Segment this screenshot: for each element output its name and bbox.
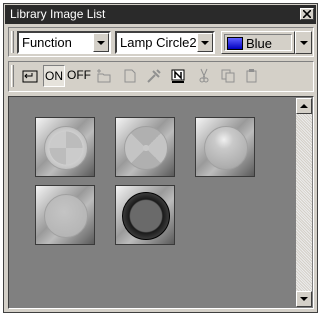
category-dropdown[interactable]: Function <box>17 31 111 54</box>
image-dropdown[interactable]: Lamp Circle2 <box>115 31 215 54</box>
selection-bar: Function Lamp Circle2 Blue <box>8 27 314 57</box>
on-button-label: ON <box>45 69 63 83</box>
lamp-circle-icon <box>122 192 170 240</box>
tools-icon <box>147 69 161 83</box>
image-dropdown-arrow[interactable] <box>197 33 213 52</box>
lamp-circle-icon <box>44 194 88 238</box>
tools-button[interactable] <box>143 65 165 87</box>
on-button[interactable]: ON <box>43 65 65 87</box>
image-value: Lamp Circle2 <box>120 35 197 50</box>
window-title: Library Image List <box>10 7 106 21</box>
lamp-circle-icon <box>44 126 88 170</box>
close-button[interactable] <box>300 8 314 20</box>
toolbar-grip[interactable] <box>11 31 14 53</box>
lamp-circle-icon <box>124 126 168 170</box>
image-tile[interactable] <box>35 185 95 245</box>
off-button[interactable]: OFF <box>67 65 91 87</box>
scroll-up-button[interactable] <box>296 98 312 114</box>
new-folder-button[interactable] <box>93 65 115 87</box>
color-value: Blue <box>246 36 273 51</box>
copy-icon <box>221 69 235 83</box>
rename-icon <box>171 69 185 83</box>
library-image-list-window: Library Image List Function Lamp Circle2… <box>3 3 318 313</box>
category-value: Function <box>22 35 72 50</box>
toolbar-grip[interactable] <box>11 65 14 87</box>
vertical-scrollbar[interactable] <box>296 98 312 307</box>
category-dropdown-arrow[interactable] <box>93 33 109 52</box>
scroll-down-button[interactable] <box>296 291 312 307</box>
lamp-circle-icon <box>204 126 248 170</box>
cut-icon <box>199 68 209 83</box>
image-list-panel <box>8 96 314 309</box>
title-bar[interactable]: Library Image List <box>5 5 316 24</box>
close-icon <box>303 10 311 18</box>
image-tile[interactable] <box>195 117 255 177</box>
image-tile[interactable] <box>115 117 175 177</box>
paste-button[interactable] <box>241 65 263 87</box>
color-swatch <box>227 37 243 50</box>
up-folder-icon <box>22 70 38 83</box>
new-folder-icon <box>97 69 111 83</box>
new-file-icon <box>124 69 136 83</box>
image-tile[interactable] <box>35 117 95 177</box>
rename-button[interactable] <box>167 65 189 87</box>
paste-icon <box>246 69 257 83</box>
image-toolbar: ON OFF <box>8 61 314 92</box>
off-button-label: OFF <box>67 68 91 82</box>
color-picker[interactable]: Blue <box>221 31 295 54</box>
color-dropdown-arrow[interactable] <box>295 31 312 54</box>
up-folder-button[interactable] <box>19 65 41 87</box>
new-file-button[interactable] <box>119 65 141 87</box>
image-tile[interactable] <box>115 185 175 245</box>
cut-button[interactable] <box>193 65 215 87</box>
copy-button[interactable] <box>217 65 239 87</box>
